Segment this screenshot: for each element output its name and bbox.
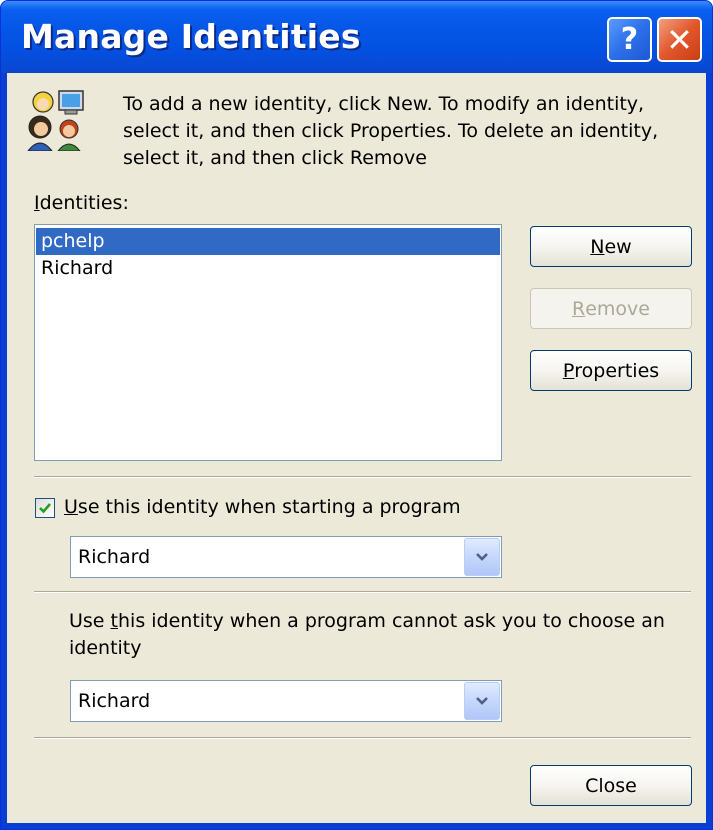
checkmark-icon <box>39 503 51 514</box>
chevron-down-icon <box>476 697 488 705</box>
chevron-down-icon <box>476 553 488 561</box>
list-item-pchelp[interactable]: pchelp <box>36 228 500 255</box>
divider-3 <box>34 737 691 739</box>
help-button[interactable]: ? <box>607 17 652 62</box>
startup-dropdown-button[interactable] <box>464 538 500 576</box>
intro-text: To add a new identity, click New. To mod… <box>123 91 693 172</box>
remove-button-mnemonic: R <box>572 297 586 320</box>
identities-label-rest: dentities: <box>39 192 129 214</box>
fallback-label-post: his identity when a program cannot ask y… <box>118 610 665 632</box>
identities-label: Identities: <box>34 192 129 214</box>
title-bar[interactable]: Manage Identities ? ✕ <box>1 1 712 73</box>
divider-2 <box>34 591 691 593</box>
list-item-richard[interactable]: Richard <box>36 255 500 282</box>
use-on-start-mnemonic: U <box>64 496 78 518</box>
properties-button-rest: roperties <box>574 359 660 382</box>
use-on-start-checkbox[interactable] <box>35 498 55 518</box>
close-button[interactable]: Close <box>530 765 692 806</box>
help-icon: ? <box>620 22 639 57</box>
use-on-start-label-rest: se this identity when starting a program <box>77 496 461 518</box>
new-button-mnemonic: N <box>590 235 605 258</box>
fallback-dropdown-button[interactable] <box>464 682 500 720</box>
intro-line-2: select it, and then click Properties. To… <box>123 120 659 142</box>
divider-1 <box>34 476 691 478</box>
intro-line-1: To add a new identity, click New. To mod… <box>123 93 645 115</box>
fallback-identity-value: Richard <box>78 690 151 712</box>
startup-identity-select[interactable]: Richard <box>70 536 502 578</box>
manage-identities-window: Manage Identities ? ✕ To add a new ident… <box>0 0 713 830</box>
close-window-button[interactable]: ✕ <box>657 17 702 62</box>
remove-button-rest: emove <box>585 297 650 320</box>
fallback-label-pre: Use <box>69 610 111 632</box>
new-button-rest: ew <box>604 235 632 258</box>
identities-listbox[interactable]: pchelp Richard <box>34 224 502 461</box>
properties-button-mnemonic: P <box>562 359 575 382</box>
fallback-identity-select[interactable]: Richard <box>70 680 502 722</box>
dialog-body: To add a new identity, click New. To mod… <box>7 73 706 823</box>
startup-identity-value: Richard <box>78 546 151 568</box>
close-icon: ✕ <box>666 20 693 59</box>
properties-button[interactable]: Properties <box>530 350 692 391</box>
identities-icon <box>27 90 84 151</box>
window-title: Manage Identities <box>21 17 361 56</box>
remove-button[interactable]: Remove <box>530 288 692 329</box>
use-on-start-label[interactable]: Use this identity when starting a progra… <box>64 496 461 518</box>
fallback-label-line2: identity <box>69 637 142 659</box>
intro-line-3: select it, and then click Remove <box>123 147 427 169</box>
fallback-label-line1: Use this identity when a program cannot … <box>69 610 665 632</box>
new-button[interactable]: New <box>530 226 692 267</box>
fallback-label-mnemonic: t <box>110 610 118 632</box>
